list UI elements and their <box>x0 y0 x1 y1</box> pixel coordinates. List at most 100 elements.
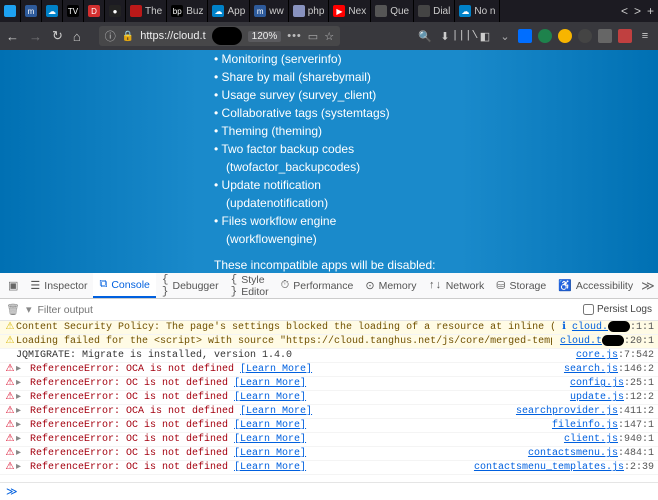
pocket-icon[interactable]: ⌄ <box>498 29 512 43</box>
console-message: ▸ ReferenceError: OC is not defined [Lea… <box>16 447 520 460</box>
source-link[interactable]: contactsmenu.js <box>528 448 618 459</box>
devtools-tab-performance[interactable]: ⏱Performance <box>275 273 360 298</box>
tab-favicon: ☁ <box>212 5 224 17</box>
reader-icon[interactable]: ▭ <box>308 30 318 43</box>
back-button[interactable]: ← <box>6 29 19 44</box>
expand-icon[interactable]: ▸ <box>16 377 24 390</box>
tab-favicon: ● <box>109 5 121 17</box>
ext-icon-4[interactable] <box>578 29 592 43</box>
expand-icon[interactable]: ▸ <box>16 363 24 376</box>
persist-logs-checkbox[interactable] <box>583 304 594 315</box>
ext-icon-6[interactable] <box>618 29 632 43</box>
source-link[interactable]: fileinfo.js <box>552 420 618 431</box>
source-link[interactable]: search.js <box>564 364 618 375</box>
console-filter-bar: 🗑 ▾ Persist Logs <box>0 299 658 321</box>
browser-tab[interactable]: m <box>21 0 42 22</box>
tab-favicon: m <box>25 5 37 17</box>
ext-icon-2[interactable] <box>538 29 552 43</box>
learn-more-link[interactable]: [Learn More] <box>240 406 312 417</box>
expand-icon[interactable]: ▸ <box>16 419 24 432</box>
browser-tab[interactable] <box>0 0 21 22</box>
tab-nav-button[interactable]: < <box>621 4 628 18</box>
reload-button[interactable]: ↻ <box>52 28 63 44</box>
learn-more-link[interactable]: [Learn More] <box>234 434 306 445</box>
devtools-tab-style-editor[interactable]: { }Style Editor <box>225 273 275 298</box>
trash-icon[interactable]: 🗑 <box>6 303 20 316</box>
source-link[interactable]: config.js <box>570 378 624 389</box>
browser-tab[interactable]: php <box>289 0 330 22</box>
expand-icon[interactable]: ▸ <box>16 461 24 474</box>
source-link[interactable]: cloud.t <box>560 336 602 347</box>
devtools-tab-accessibility[interactable]: ♿Accessibility <box>552 273 639 298</box>
learn-more-link[interactable]: [Learn More] <box>240 364 312 375</box>
devtools-tab-label: Performance <box>293 280 353 292</box>
browser-tab[interactable]: ☁App <box>208 0 250 22</box>
browser-tab[interactable]: ☁No n <box>455 0 500 22</box>
tab-nav-button[interactable]: + <box>647 4 654 18</box>
console-row: ⚠▸ ReferenceError: OC is not defined [Le… <box>0 377 658 391</box>
download-icon[interactable]: ⬇ <box>438 29 452 43</box>
devtools-tab-console[interactable]: ⧉Console <box>93 273 155 298</box>
search-icon[interactable]: 🔍 <box>418 29 432 43</box>
browser-tab[interactable]: ☁ <box>42 0 63 22</box>
sidebar-icon[interactable]: ◧ <box>478 29 492 43</box>
devtools-tab-memory[interactable]: ⊙Memory <box>359 273 422 298</box>
ext-icon-1[interactable] <box>518 29 532 43</box>
tab-label: Buz <box>186 6 203 17</box>
devtools-tab-label: Accessibility <box>576 280 633 292</box>
tab-label: php <box>308 6 325 17</box>
browser-tab[interactable]: ● <box>105 0 126 22</box>
console-prompt[interactable]: ≫ <box>0 482 658 500</box>
learn-more-link[interactable]: [Learn More] <box>234 392 306 403</box>
library-icon[interactable]: |||\ <box>458 29 472 43</box>
source-link[interactable]: core.js <box>576 350 618 361</box>
console-source: config.js:25:1 <box>562 377 654 390</box>
browser-tab[interactable]: mww <box>250 0 288 22</box>
forward-button[interactable]: → <box>29 29 42 44</box>
browser-tab[interactable]: D <box>84 0 105 22</box>
devtools-dock-icon[interactable]: ▣ <box>4 279 22 292</box>
devtools-tab-storage[interactable]: ⛁Storage <box>490 273 552 298</box>
learn-more-link[interactable]: [Learn More] <box>234 448 306 459</box>
learn-more-link[interactable]: [Learn More] <box>234 462 306 473</box>
ext-icon-3[interactable] <box>558 29 572 43</box>
source-link[interactable]: cloud. <box>572 322 608 333</box>
more-icon[interactable]: ••• <box>287 30 302 42</box>
browser-tab[interactable]: ▶Nex <box>329 0 371 22</box>
devtools-tab-network[interactable]: ↑↓Network <box>423 273 491 298</box>
browser-tab[interactable]: Dial <box>414 0 455 22</box>
browser-tab[interactable]: bpBuz <box>167 0 208 22</box>
browser-tab[interactable]: Que <box>371 0 414 22</box>
lock-icon: 🔒 <box>122 31 134 42</box>
expand-icon[interactable]: ▸ <box>16 405 24 418</box>
devtools-tabbar: ▣ ☰Inspector⧉Console{ }Debugger{ }Style … <box>0 273 658 299</box>
persist-logs-toggle[interactable]: Persist Logs <box>583 304 652 315</box>
zoom-badge[interactable]: 120% <box>248 31 282 42</box>
url-bar[interactable]: ⓘ 🔒 https://cloud.t 120% ••• ▭ ☆ <box>99 26 340 46</box>
browser-tab[interactable]: TV <box>63 0 84 22</box>
filter-icon[interactable]: ▾ <box>26 303 32 316</box>
devtools-tab-inspector[interactable]: ☰Inspector <box>24 273 93 298</box>
learn-more-link[interactable]: [Learn More] <box>234 378 306 389</box>
menu-icon[interactable]: ≡ <box>638 29 652 43</box>
source-link[interactable]: contactsmenu_templates.js <box>474 462 624 473</box>
home-button[interactable]: ⌂ <box>73 29 81 44</box>
source-link[interactable]: update.js <box>570 392 624 403</box>
expand-icon[interactable]: ▸ <box>16 391 24 404</box>
expand-icon[interactable]: ▸ <box>16 447 24 460</box>
bookmark-icon[interactable]: ☆ <box>324 30 334 43</box>
ext-icon-5[interactable] <box>598 29 612 43</box>
source-link[interactable]: client.js <box>564 434 618 445</box>
learn-more-link[interactable]: [Learn More] <box>234 420 306 431</box>
warning-icon: ⚠ <box>4 335 16 348</box>
devtools-tab-debugger[interactable]: { }Debugger <box>156 273 225 298</box>
info-icon[interactable]: ⓘ <box>105 28 116 44</box>
devtools-tab-icon: { } <box>231 274 238 298</box>
tab-nav-button[interactable]: > <box>634 4 641 18</box>
app-list-item: Collaborative tags (systemtags) <box>214 104 444 122</box>
source-link[interactable]: searchprovider.js <box>516 406 618 417</box>
browser-tab[interactable]: The <box>126 0 167 22</box>
expand-icon[interactable]: ▸ <box>16 433 24 446</box>
filter-input[interactable] <box>38 304 577 316</box>
devtools-overflow-icon[interactable]: ≫ <box>641 278 655 294</box>
